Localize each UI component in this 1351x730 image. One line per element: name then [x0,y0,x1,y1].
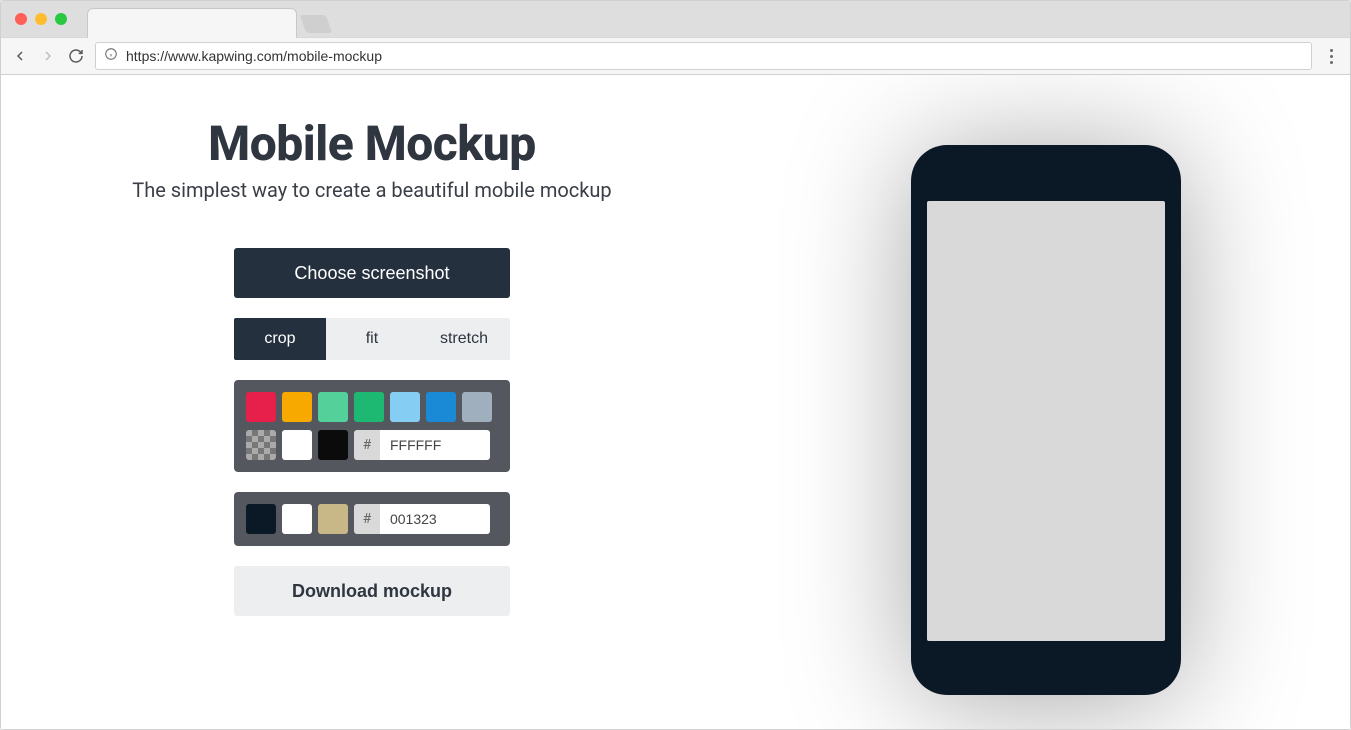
new-tab-button[interactable] [300,15,333,33]
hash-icon: # [354,430,380,460]
browser-toolbar [1,37,1350,75]
bg-swatch[interactable] [282,392,312,422]
bg-swatch[interactable] [318,430,348,460]
bg-swatch[interactable] [282,430,312,460]
page-title: Mobile Mockup [132,115,611,172]
fit-mode-fit[interactable]: fit [326,318,418,360]
fit-mode-crop[interactable]: crop [234,318,326,360]
background-color-palette: # [234,380,510,472]
bg-swatch[interactable] [318,392,348,422]
window-controls [1,13,67,25]
phone-frame [911,145,1181,695]
site-info-icon[interactable] [104,47,118,65]
address-bar[interactable] [95,42,1312,70]
bg-swatch[interactable] [462,392,492,422]
bg-swatch-row-1 [246,392,498,422]
page-content: Mobile Mockup The simplest way to create… [1,75,1350,729]
bg-swatch[interactable] [426,392,456,422]
page-subtitle: The simplest way to create a beautiful m… [132,178,611,202]
frame-color-palette: # [234,492,510,546]
bg-swatch-row-2: # [246,430,498,460]
bg-swatch[interactable] [354,392,384,422]
minimize-window-icon[interactable] [35,13,47,25]
frame-swatch[interactable] [246,504,276,534]
browser-tab[interactable] [87,8,297,38]
browser-menu-button[interactable] [1322,45,1340,68]
maximize-window-icon[interactable] [55,13,67,25]
header-block: Mobile Mockup The simplest way to create… [132,115,611,202]
bg-hex-group: # [354,430,490,460]
frame-swatch-row: # [246,504,498,534]
url-input[interactable] [126,48,1303,64]
bg-hex-input[interactable] [380,430,490,460]
close-window-icon[interactable] [15,13,27,25]
fit-mode-stretch[interactable]: stretch [418,318,510,360]
controls-stack: Choose screenshot crop fit stretch [234,248,510,616]
hash-icon: # [354,504,380,534]
phone-mockup [911,145,1181,695]
preview-column [743,115,1350,729]
frame-swatch[interactable] [282,504,312,534]
controls-column: Mobile Mockup The simplest way to create… [1,115,743,729]
choose-screenshot-button[interactable]: Choose screenshot [234,248,510,298]
browser-window: Mobile Mockup The simplest way to create… [0,0,1351,730]
browser-tab-strip [1,1,1350,37]
phone-screen [927,201,1165,641]
reload-button[interactable] [67,47,85,65]
fit-mode-segmented: crop fit stretch [234,318,510,360]
frame-hex-group: # [354,504,490,534]
bg-swatch[interactable] [390,392,420,422]
bg-swatch[interactable] [246,392,276,422]
back-button[interactable] [11,47,29,65]
forward-button[interactable] [39,47,57,65]
bg-swatch-transparent[interactable] [246,430,276,460]
download-mockup-button[interactable]: Download mockup [234,566,510,616]
frame-hex-input[interactable] [380,504,490,534]
frame-swatch[interactable] [318,504,348,534]
